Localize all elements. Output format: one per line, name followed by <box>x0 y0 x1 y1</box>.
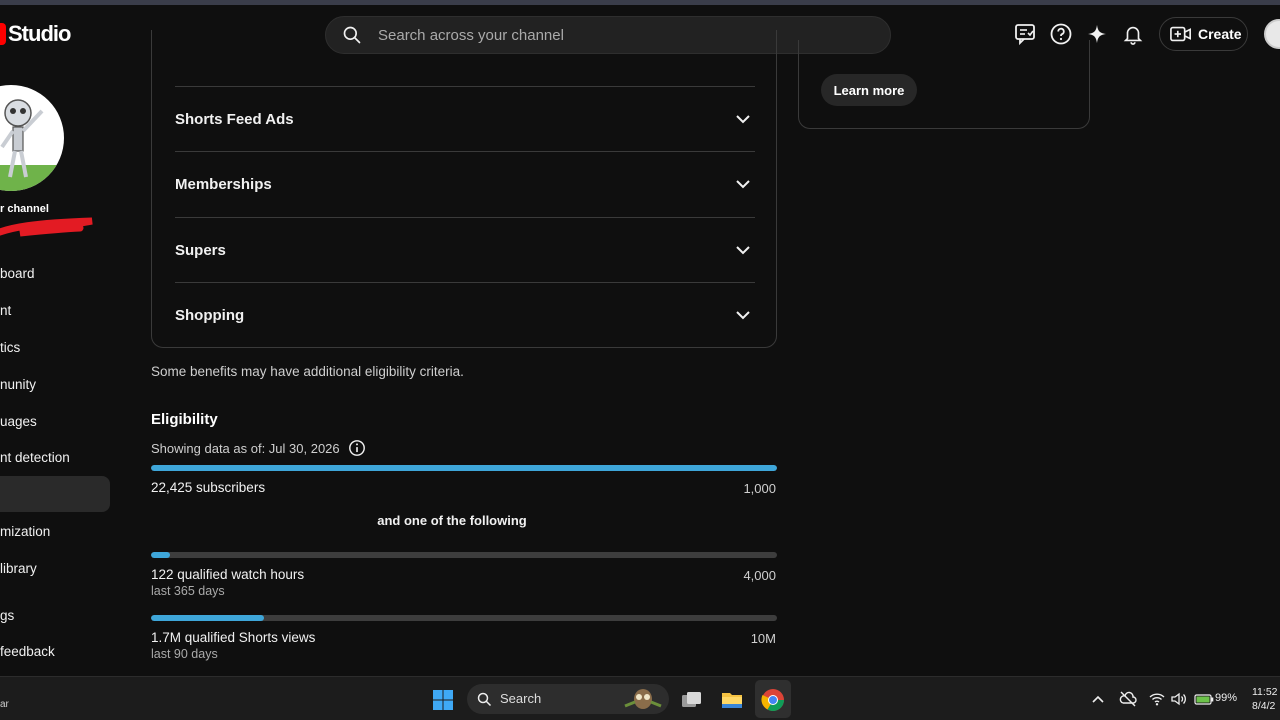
chevron-down-icon <box>736 180 750 189</box>
watch-hours-progress-bar <box>151 552 777 558</box>
sidebar-item-settings[interactable]: gs <box>0 597 110 633</box>
sidebar-item-earn-active[interactable] <box>0 476 110 512</box>
accordion-supers[interactable]: Supers <box>175 217 755 282</box>
watch-hours-period: last 365 days <box>151 584 225 598</box>
sidebar-item-label: uages <box>0 413 37 429</box>
file-explorer-icon[interactable] <box>717 685 747 715</box>
windows-taskbar: ar Search 99% 11:52 8/4/2 <box>0 676 1280 720</box>
sidebar-item-customization[interactable]: mization <box>0 513 110 549</box>
taskbar-left-text: ar <box>0 699 9 710</box>
windows-start-icon[interactable] <box>428 685 458 715</box>
sidebar-item-send-feedback[interactable]: feedback <box>0 633 110 669</box>
task-view-icon[interactable] <box>677 685 707 715</box>
watch-hours-metric: 122 qualified watch hours <box>151 567 305 582</box>
sidebar-item-label: feedback <box>0 643 55 659</box>
sidebar-item-content-detection[interactable]: nt detection <box>0 439 110 475</box>
sidebar-item-label: gs <box>0 607 15 623</box>
cloud-off-icon[interactable] <box>1118 689 1138 709</box>
info-side-card: Learn more <box>798 40 1090 129</box>
sidebar-item-label: board <box>0 265 35 281</box>
accordion-label: Memberships <box>175 175 272 193</box>
learn-more-button[interactable]: Learn more <box>821 74 917 106</box>
redaction-scribble <box>0 217 93 237</box>
sidebar-item-label: library <box>0 560 37 576</box>
search-icon <box>477 692 492 707</box>
accordion-label: Shopping <box>175 306 245 324</box>
subscribers-target: 1,000 <box>743 481 776 496</box>
sidebar: r channel board nt tics nunity uages nt … <box>0 63 128 676</box>
shorts-views-progress-fill <box>151 615 264 621</box>
accordion-shopping[interactable]: Shopping <box>175 282 755 347</box>
battery-icon[interactable] <box>1193 689 1215 709</box>
sidebar-item-dashboard[interactable]: board <box>0 255 110 291</box>
shorts-views-target: 10M <box>750 631 776 646</box>
sidebar-item-community[interactable]: nunity <box>0 366 110 402</box>
chevron-up-icon[interactable] <box>1090 689 1106 709</box>
watch-hours-progress-fill <box>151 552 170 558</box>
subscribers-progress-fill <box>151 465 777 471</box>
sidebar-item-label: tics <box>0 339 21 355</box>
sidebar-item-label: nunity <box>0 376 37 392</box>
data-as-of-text: Showing data as of: Jul 30, 2026 <box>151 440 340 456</box>
info-icon[interactable] <box>348 439 366 457</box>
taskbar-search[interactable]: Search <box>467 684 669 714</box>
create-video-icon <box>1170 26 1191 42</box>
sidebar-item-content[interactable]: nt <box>0 292 110 328</box>
chevron-down-icon <box>736 115 750 124</box>
wifi-icon[interactable] <box>1148 689 1166 709</box>
accordion-shorts-feed-ads[interactable]: Shorts Feed Ads <box>175 86 755 151</box>
sidebar-item-languages[interactable]: uages <box>0 403 110 439</box>
volume-icon[interactable] <box>1170 689 1188 709</box>
search-highlight-icon <box>624 689 662 709</box>
studio-logo[interactable]: Studio <box>0 21 71 47</box>
chevron-down-icon <box>736 311 750 320</box>
or-text: and one of the following <box>377 513 527 528</box>
sidebar-item-label: mization <box>0 523 51 539</box>
accordion-label: Shorts Feed Ads <box>175 110 294 128</box>
battery-percent: 99% <box>1215 692 1238 704</box>
chevron-down-icon <box>736 246 750 255</box>
sidebar-item-label: nt detection <box>0 449 70 465</box>
system-clock[interactable]: 11:52 8/4/2 <box>1252 685 1278 713</box>
shorts-views-metric: 1.7M qualified Shorts views <box>151 630 316 645</box>
create-button[interactable]: Create <box>1159 17 1248 51</box>
sidebar-item-audio-library[interactable]: library <box>0 550 110 586</box>
accordion-label: Supers <box>175 241 226 259</box>
subscribers-metric: 22,425 subscribers <box>151 480 266 495</box>
taskbar-search-label: Search <box>500 691 542 706</box>
sidebar-item-analytics[interactable]: tics <box>0 329 110 365</box>
app-title: Studio <box>8 21 71 46</box>
subscribers-progress-bar <box>151 465 777 471</box>
youtube-logo-icon <box>0 23 6 45</box>
data-as-of: Showing data as of: Jul 30, 2026 <box>151 439 366 457</box>
clock-time: 11:52 <box>1252 686 1278 698</box>
watch-hours-target: 4,000 <box>743 568 776 583</box>
bell-icon[interactable] <box>1120 21 1146 47</box>
clock-date: 8/4/2 <box>1252 700 1276 712</box>
benefits-note: Some benefits may have additional eligib… <box>151 364 464 379</box>
chrome-icon[interactable] <box>758 685 788 715</box>
create-button-label: Create <box>1198 26 1242 42</box>
channel-avatar[interactable] <box>0 85 64 191</box>
benefits-card: Shorts Feed Ads Memberships Supers Shopp… <box>151 30 777 348</box>
accordion-memberships[interactable]: Memberships <box>175 151 755 216</box>
account-avatar[interactable] <box>1264 19 1280 49</box>
eligibility-title: Eligibility <box>151 411 218 428</box>
shorts-views-progress-bar <box>151 615 777 621</box>
shorts-views-period: last 90 days <box>151 647 218 661</box>
sidebar-item-label: nt <box>0 302 12 318</box>
